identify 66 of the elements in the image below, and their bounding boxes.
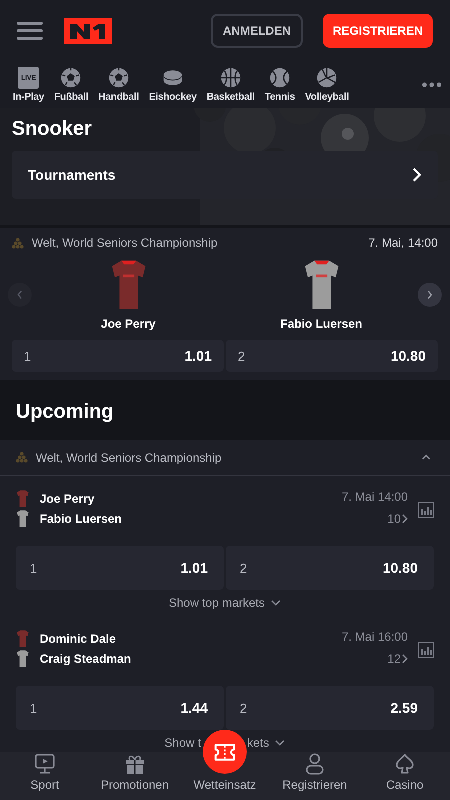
team-name: Fabio Luersen: [40, 512, 122, 526]
login-button[interactable]: ANMELDEN: [210, 14, 303, 48]
sport-category-tab[interactable]: Volleyball: [302, 67, 352, 103]
chevron-right-icon: [412, 167, 422, 183]
chevron-left-icon: [16, 289, 24, 301]
register-button[interactable]: REGISTRIEREN: [322, 14, 433, 48]
match-time: 7. Mai 16:00: [342, 630, 408, 644]
league-name: Welt, World Seniors Championship: [32, 236, 218, 250]
shirt-icon: [16, 650, 30, 668]
stats-icon[interactable]: [418, 642, 434, 658]
next-button[interactable]: [418, 283, 442, 307]
team-name: Dominic Dale: [40, 632, 116, 646]
team-name: Joe Perry: [40, 492, 95, 506]
league-header[interactable]: Welt, World Seniors Championship: [0, 440, 450, 476]
tournaments-button[interactable]: Tournaments: [12, 151, 438, 199]
user-icon: [304, 753, 326, 775]
match-time: 7. Mai 14:00: [342, 490, 408, 504]
odds-button[interactable]: 1 1.01: [12, 340, 224, 372]
more-icon[interactable]: [422, 82, 442, 88]
snooker-balls-icon: [16, 452, 28, 463]
ball-icon: [108, 67, 130, 89]
sport-category-tab[interactable]: Handball: [96, 67, 142, 103]
sport-title: Snooker: [12, 118, 94, 141]
odds-button[interactable]: 2 10.80: [226, 546, 434, 590]
chevron-right-icon: [402, 514, 408, 524]
shirt-icon: [16, 490, 30, 508]
volleyball-icon: [316, 67, 338, 89]
bet-slip-tab[interactable]: Wetteinsatz: [180, 776, 270, 800]
markets-link[interactable]: 10: [388, 512, 408, 526]
team-name: Fabio Luersen: [280, 317, 362, 331]
snooker-balls-icon: [12, 238, 24, 248]
logo-icon[interactable]: [64, 18, 112, 44]
shirt-icon: [16, 510, 30, 528]
ball-icon: [60, 67, 82, 89]
chevron-down-icon: [275, 740, 286, 746]
show-markets-button[interactable]: Show t kets: [164, 730, 286, 752]
chevron-right-icon: [426, 289, 434, 301]
show-markets-button[interactable]: Show top markets: [168, 590, 282, 616]
basketball-icon: [220, 67, 242, 89]
section-title: Upcoming: [15, 400, 115, 425]
nav-tab[interactable]: Registrieren: [270, 752, 360, 800]
ticket-icon: [214, 744, 236, 760]
sport-category-tab[interactable]: Basketball: [204, 67, 258, 103]
sport-category-tab[interactable]: Fußball: [51, 67, 92, 103]
nav-tab[interactable]: Casino: [360, 752, 450, 800]
team-name: Joe Perry: [101, 317, 156, 331]
sport-category-tab[interactable]: Tennis: [262, 67, 298, 103]
team-name: Craig Steadman: [40, 652, 132, 666]
chevron-down-icon: [271, 600, 282, 606]
shirt-icon: [16, 630, 30, 648]
odds-button[interactable]: 1 1.44: [16, 686, 224, 730]
menu-icon[interactable]: [17, 21, 43, 41]
spade-icon: [394, 753, 416, 775]
tennis-ball-icon: [269, 67, 292, 89]
sport-category-tab[interactable]: Eishockey: [146, 67, 200, 103]
nav-tab[interactable]: Sport: [0, 752, 90, 800]
match-time: 7. Mai, 14:00: [368, 236, 438, 250]
odds-button[interactable]: 2 10.80: [226, 340, 438, 372]
odds-button[interactable]: 2 2.59: [226, 686, 434, 730]
stats-icon[interactable]: [418, 502, 434, 518]
monitor-icon: [34, 753, 56, 775]
markets-link[interactable]: 12: [388, 652, 408, 666]
nav-tab[interactable]: Promotionen: [90, 752, 180, 800]
bet-slip-button[interactable]: [203, 730, 247, 774]
chevron-right-icon: [402, 654, 408, 664]
odds-button[interactable]: 1 1.01: [16, 546, 224, 590]
